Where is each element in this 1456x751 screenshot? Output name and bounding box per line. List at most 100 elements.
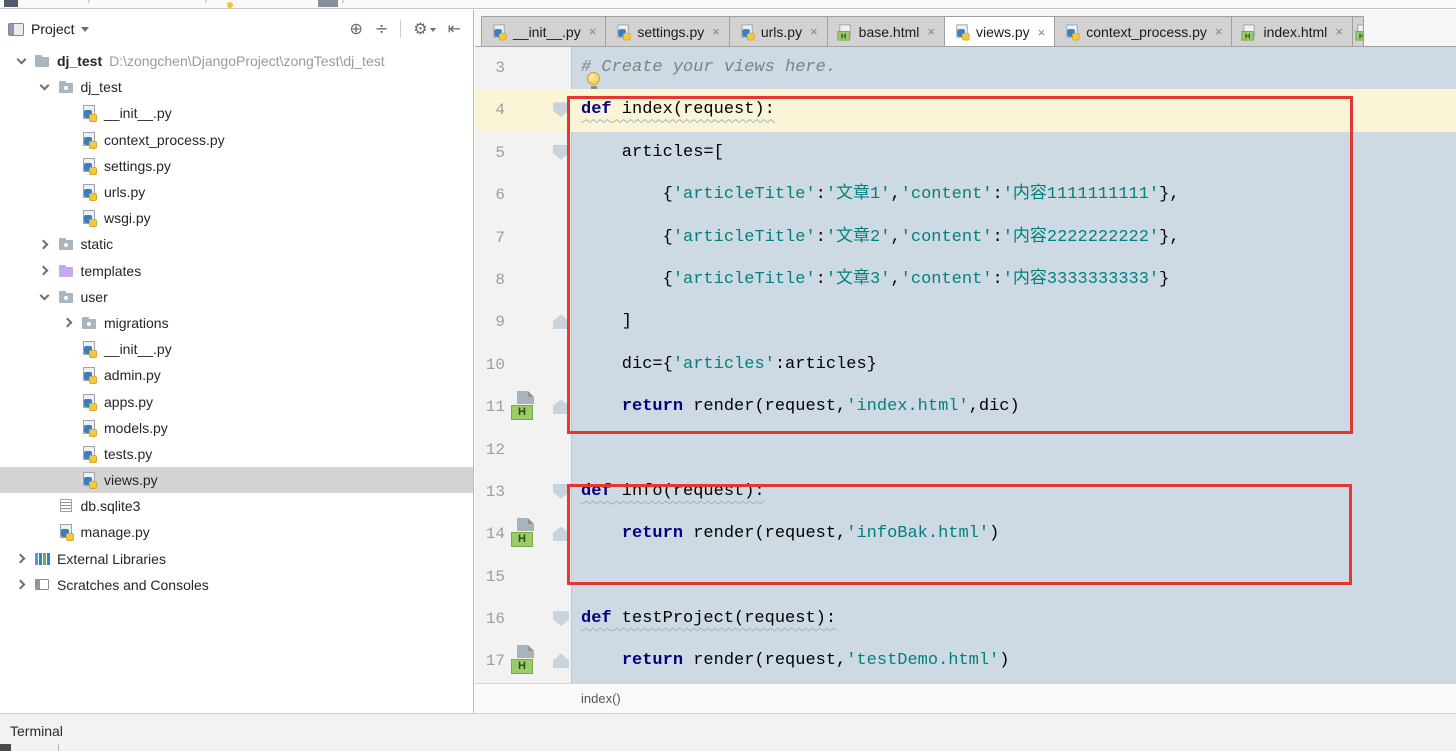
python-file-icon bbox=[81, 105, 98, 123]
tree-item-tests-py[interactable]: tests.py bbox=[0, 441, 473, 467]
project-panel-title[interactable]: Project bbox=[31, 21, 75, 37]
fold-marker-icon[interactable] bbox=[553, 526, 569, 542]
chevron-slot bbox=[55, 318, 81, 328]
html-badge: H bbox=[511, 659, 533, 675]
fold-marker-icon[interactable] bbox=[553, 102, 569, 118]
locate-icon[interactable]: ⊕ bbox=[349, 21, 362, 37]
fold-marker-icon[interactable] bbox=[553, 314, 569, 330]
line-number: 5 bbox=[495, 143, 505, 162]
settings-gear-icon[interactable]: ⚙ bbox=[413, 19, 436, 38]
clipped-icon bbox=[4, 0, 18, 7]
code-text: return render(request,'index.html',dic) bbox=[621, 397, 1020, 417]
external-libraries-icon bbox=[34, 551, 51, 567]
gear-glyph: ⚙ bbox=[413, 19, 428, 38]
python-file-icon bbox=[954, 24, 970, 41]
tree-item-dj-test[interactable]: dj_test bbox=[0, 74, 473, 100]
chevron-expanded-icon[interactable] bbox=[39, 290, 50, 301]
chevron-collapsed-icon[interactable] bbox=[15, 579, 25, 590]
tree-item-apps-py[interactable]: apps.py bbox=[0, 388, 473, 414]
tree-item-settings-py[interactable]: settings.py bbox=[0, 153, 473, 179]
editor-tab-settings-py[interactable]: settings.py × bbox=[605, 16, 730, 46]
tree-item-static[interactable]: static bbox=[0, 231, 473, 257]
tree-item-context-process-py[interactable]: context_process.py bbox=[0, 127, 473, 153]
tree-item--init-py[interactable]: __init__.py bbox=[0, 336, 473, 362]
page-icon bbox=[517, 645, 534, 659]
collapse-all-icon[interactable]: ÷ bbox=[375, 21, 388, 37]
line-number: 6 bbox=[495, 186, 505, 205]
tree-item-admin-py[interactable]: admin.py bbox=[0, 362, 473, 388]
tree-item-migrations[interactable]: migrations bbox=[0, 310, 473, 336]
code-line-11: 11 H return render(request,'index.html',d… bbox=[475, 386, 1456, 428]
scratches-icon bbox=[34, 577, 51, 593]
python-file-icon bbox=[81, 157, 98, 175]
terminal-tool-window-button[interactable]: Terminal bbox=[10, 723, 63, 739]
tree-item-label: External Libraries bbox=[57, 550, 166, 567]
chevron-slot bbox=[8, 553, 34, 564]
code-line-3: 3 # Create your views here. bbox=[475, 47, 1456, 90]
tab-label: __init__.py bbox=[513, 23, 581, 40]
close-icon[interactable]: × bbox=[1215, 25, 1223, 38]
hide-panel-icon[interactable]: ⇤ bbox=[448, 21, 461, 37]
chevron-down-icon[interactable] bbox=[80, 26, 89, 36]
tree-item-dj-test[interactable]: dj_test D:\zongchen\DjangoProject\zongTes… bbox=[0, 48, 473, 74]
tree-item-label: static bbox=[80, 236, 114, 253]
folder-icon bbox=[81, 315, 98, 331]
tree-item-user[interactable]: user bbox=[0, 284, 473, 310]
clipped-python-icon bbox=[227, 2, 233, 8]
chevron-collapsed-icon[interactable] bbox=[38, 239, 49, 250]
tree-item-scratches-and-consoles[interactable]: Scratches and Consoles bbox=[0, 572, 473, 598]
clipped-text bbox=[318, 0, 338, 7]
main-split: Project ⊕ ÷ ⚙ ⇤ dj_test D:\zongchen\Djang… bbox=[0, 10, 1456, 713]
close-icon[interactable]: × bbox=[589, 25, 597, 38]
project-tree[interactable]: dj_test D:\zongchen\DjangoProject\zongTes… bbox=[0, 48, 473, 713]
tree-item-urls-py[interactable]: urls.py bbox=[0, 179, 473, 205]
editor-tab--init-py[interactable]: __init__.py × bbox=[481, 16, 607, 46]
fold-marker-icon[interactable] bbox=[553, 653, 569, 669]
editor-tab-clipped[interactable]: H bbox=[1351, 16, 1364, 46]
line-number: 3 bbox=[495, 59, 505, 77]
tree-item-db-sqlite3[interactable]: db.sqlite3 bbox=[0, 493, 473, 519]
close-icon[interactable]: × bbox=[810, 25, 818, 38]
code-line-15: 15 bbox=[475, 556, 1456, 598]
related-template-gutter-icon[interactable]: H bbox=[511, 645, 539, 677]
close-icon[interactable]: × bbox=[927, 25, 935, 38]
python-file-icon bbox=[81, 393, 98, 411]
chevron-collapsed-icon[interactable] bbox=[15, 553, 25, 564]
tab-label: settings.py bbox=[637, 23, 705, 40]
tree-item-manage-py[interactable]: manage.py bbox=[0, 519, 473, 545]
editor-tab-base-html[interactable]: Hbase.html × bbox=[826, 16, 945, 46]
scope-breadcrumb[interactable]: index() bbox=[475, 683, 1456, 713]
editor[interactable]: 3 # Create your views here. 4 def index(req… bbox=[475, 47, 1456, 683]
python-file-icon bbox=[1065, 23, 1081, 41]
close-icon[interactable]: × bbox=[1335, 25, 1343, 38]
tree-item-wsgi-py[interactable]: wsgi.py bbox=[0, 205, 473, 231]
fold-marker-icon[interactable] bbox=[553, 399, 569, 415]
chevron-collapsed-icon[interactable] bbox=[62, 318, 72, 328]
editor-tab-views-py[interactable]: views.py × bbox=[943, 16, 1056, 46]
fold-marker-icon[interactable] bbox=[553, 611, 569, 627]
divider bbox=[58, 744, 59, 751]
line-number: 8 bbox=[495, 270, 505, 289]
close-icon[interactable]: × bbox=[712, 25, 720, 38]
editor-tab-context-process-py[interactable]: context_process.py × bbox=[1054, 16, 1233, 46]
editor-tab-index-html[interactable]: Hindex.html × bbox=[1231, 16, 1353, 46]
chevron-expanded-icon[interactable] bbox=[16, 54, 26, 65]
tree-item-models-py[interactable]: models.py bbox=[0, 415, 473, 441]
fold-marker-icon[interactable] bbox=[553, 144, 569, 160]
tree-item-views-py[interactable]: views.py bbox=[0, 467, 473, 494]
tree-item-external-libraries[interactable]: External Libraries bbox=[0, 546, 473, 572]
related-template-gutter-icon[interactable]: H bbox=[511, 391, 539, 423]
tab-label: views.py bbox=[975, 24, 1030, 40]
editor-tab-urls-py[interactable]: urls.py × bbox=[728, 16, 828, 46]
code-line-13: 13 def info(request): bbox=[475, 471, 1456, 513]
tree-item--init-py[interactable]: __init__.py bbox=[0, 100, 473, 126]
code-line-7: 7 {'articleTitle':'文章2','content':'内容222… bbox=[475, 217, 1456, 259]
folder-icon bbox=[58, 79, 75, 95]
tree-item-templates[interactable]: templates bbox=[0, 258, 473, 284]
related-template-gutter-icon[interactable]: H bbox=[511, 518, 539, 550]
fold-marker-icon[interactable] bbox=[553, 483, 569, 499]
chevron-collapsed-icon[interactable] bbox=[38, 265, 49, 276]
close-icon[interactable]: × bbox=[1038, 26, 1046, 39]
chevron-expanded-icon[interactable] bbox=[39, 80, 50, 91]
code-line-6: 6 {'articleTitle':'文章1','content':'内容111… bbox=[475, 174, 1456, 216]
